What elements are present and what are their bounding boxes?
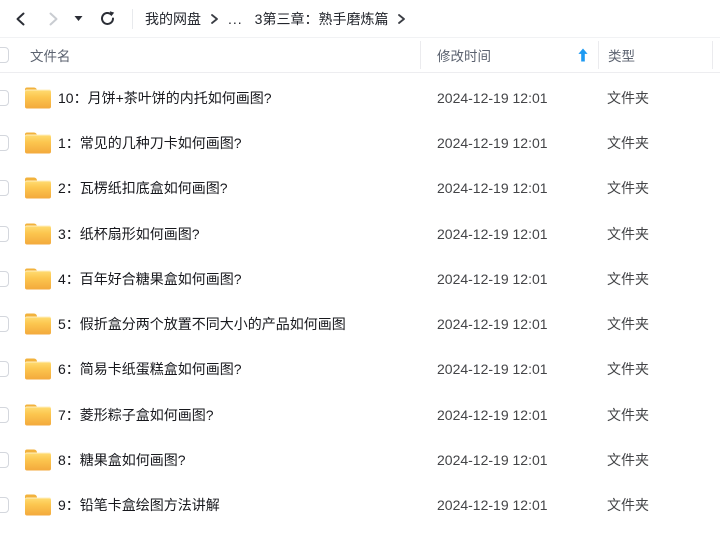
file-name[interactable]: 1：常见的几种刀卡如何画图?	[58, 133, 428, 153]
table-row[interactable]: 10：月饼+茶叶饼的内托如何画图? 2024-12-19 12:01 文件夹	[0, 75, 720, 120]
file-name[interactable]: 7：菱形粽子盒如何画图?	[58, 405, 428, 425]
table-row[interactable]: 1：常见的几种刀卡如何画图? 2024-12-19 12:01 文件夹	[0, 120, 720, 165]
file-name[interactable]: 5：假折盒分两个放置不同大小的产品如何画图	[58, 314, 428, 334]
breadcrumb-current[interactable]: 3第三章：熟手磨炼篇	[255, 9, 389, 29]
row-checkbox[interactable]	[0, 497, 9, 514]
table-row[interactable]: 4：百年好合糖果盒如何画图? 2024-12-19 12:01 文件夹	[0, 256, 720, 301]
file-modified-time: 2024-12-19 12:01	[437, 497, 548, 514]
row-checkbox[interactable]	[0, 89, 9, 106]
file-name[interactable]: 4：百年好合糖果盒如何画图?	[58, 269, 428, 289]
table-row[interactable]: 9：铅笔卡盒绘图方法讲解 2024-12-19 12:01 文件夹	[0, 483, 720, 528]
file-modified-time: 2024-12-19 12:01	[437, 270, 548, 287]
navbar-divider	[132, 8, 133, 29]
folder-icon[interactable]	[25, 404, 51, 426]
file-modified-time: 2024-12-19 12:01	[437, 316, 548, 333]
column-header-type[interactable]: 类型	[608, 45, 635, 65]
file-name[interactable]: 6：简易卡纸蛋糕盒如何画图?	[58, 359, 428, 379]
file-modified-time: 2024-12-19 12:01	[437, 225, 548, 242]
column-header-filename[interactable]: 文件名	[30, 45, 71, 65]
file-type: 文件夹	[607, 134, 649, 151]
refresh-button[interactable]	[94, 6, 120, 32]
row-checkbox[interactable]	[0, 406, 9, 423]
row-checkbox[interactable]	[0, 180, 9, 197]
row-checkbox[interactable]	[0, 270, 9, 287]
row-checkbox[interactable]	[0, 134, 9, 151]
sort-ascending-icon[interactable]	[578, 48, 588, 62]
breadcrumb-root[interactable]: 我的网盘	[145, 9, 201, 29]
breadcrumb-separator	[397, 13, 406, 24]
chevron-right-icon	[49, 12, 58, 25]
breadcrumb-collapsed[interactable]: ...	[228, 11, 243, 27]
folder-icon[interactable]	[25, 223, 51, 245]
file-list: 10：月饼+茶叶饼的内托如何画图? 2024-12-19 12:01 文件夹 1…	[0, 73, 720, 528]
file-type: 文件夹	[607, 225, 649, 242]
chevron-right-icon	[211, 13, 218, 24]
table-row[interactable]: 6：简易卡纸蛋糕盒如何画图? 2024-12-19 12:01 文件夹	[0, 347, 720, 392]
column-header-modified[interactable]: 修改时间	[437, 45, 491, 65]
column-divider	[420, 41, 421, 69]
folder-icon[interactable]	[25, 132, 51, 154]
folder-icon[interactable]	[25, 87, 51, 109]
file-modified-time: 2024-12-19 12:01	[437, 406, 548, 423]
history-dropdown-button[interactable]	[70, 6, 86, 32]
file-modified-time: 2024-12-19 12:01	[437, 89, 548, 106]
navigation-bar: 我的网盘 ... 3第三章：熟手磨炼篇	[0, 0, 720, 38]
caret-down-icon	[74, 16, 82, 21]
select-all-checkbox[interactable]	[0, 47, 9, 63]
folder-icon[interactable]	[25, 177, 51, 199]
file-type: 文件夹	[607, 497, 649, 514]
file-name[interactable]: 2：瓦楞纸扣底盒如何画图?	[58, 178, 428, 198]
table-row[interactable]: 2：瓦楞纸扣底盒如何画图? 2024-12-19 12:01 文件夹	[0, 166, 720, 211]
file-name[interactable]: 3：纸杯扇形如何画图?	[58, 224, 428, 244]
file-manager-window: 我的网盘 ... 3第三章：熟手磨炼篇 文件名 修改时间 类型 10：月饼+茶叶…	[0, 0, 720, 550]
table-header: 文件名 修改时间 类型	[0, 38, 720, 73]
file-name[interactable]: 9：铅笔卡盒绘图方法讲解	[58, 495, 428, 515]
table-row[interactable]: 7：菱形粽子盒如何画图? 2024-12-19 12:01 文件夹	[0, 392, 720, 437]
row-checkbox[interactable]	[0, 316, 9, 333]
file-modified-time: 2024-12-19 12:01	[437, 180, 548, 197]
folder-icon[interactable]	[25, 358, 51, 380]
breadcrumb-separator	[210, 13, 219, 24]
table-row[interactable]: 3：纸杯扇形如何画图? 2024-12-19 12:01 文件夹	[0, 211, 720, 256]
table-row[interactable]: 5：假折盒分两个放置不同大小的产品如何画图 2024-12-19 12:01 文…	[0, 301, 720, 346]
folder-icon[interactable]	[25, 313, 51, 335]
forward-button[interactable]	[40, 6, 66, 32]
file-name[interactable]: 10：月饼+茶叶饼的内托如何画图?	[58, 88, 428, 108]
row-checkbox[interactable]	[0, 361, 9, 378]
file-type: 文件夹	[607, 361, 649, 378]
column-divider	[598, 41, 599, 69]
file-modified-time: 2024-12-19 12:01	[437, 134, 548, 151]
chevron-left-icon	[16, 12, 25, 25]
table-row[interactable]: 8：糖果盒如何画图? 2024-12-19 12:01 文件夹	[0, 437, 720, 482]
breadcrumb: 我的网盘 ... 3第三章：熟手磨炼篇	[145, 9, 415, 29]
file-type: 文件夹	[607, 89, 649, 106]
file-type: 文件夹	[607, 406, 649, 423]
file-name[interactable]: 8：糖果盒如何画图?	[58, 450, 428, 470]
folder-icon[interactable]	[25, 268, 51, 290]
row-checkbox[interactable]	[0, 225, 9, 242]
folder-icon[interactable]	[25, 494, 51, 516]
folder-icon[interactable]	[25, 449, 51, 471]
column-divider	[712, 41, 713, 69]
file-type: 文件夹	[607, 316, 649, 333]
file-type: 文件夹	[607, 180, 649, 197]
file-type: 文件夹	[607, 270, 649, 287]
file-modified-time: 2024-12-19 12:01	[437, 452, 548, 469]
row-checkbox[interactable]	[0, 452, 9, 469]
file-type: 文件夹	[607, 452, 649, 469]
chevron-right-icon	[398, 13, 406, 24]
back-button[interactable]	[8, 6, 34, 32]
file-modified-time: 2024-12-19 12:01	[437, 361, 548, 378]
refresh-icon	[100, 11, 114, 25]
